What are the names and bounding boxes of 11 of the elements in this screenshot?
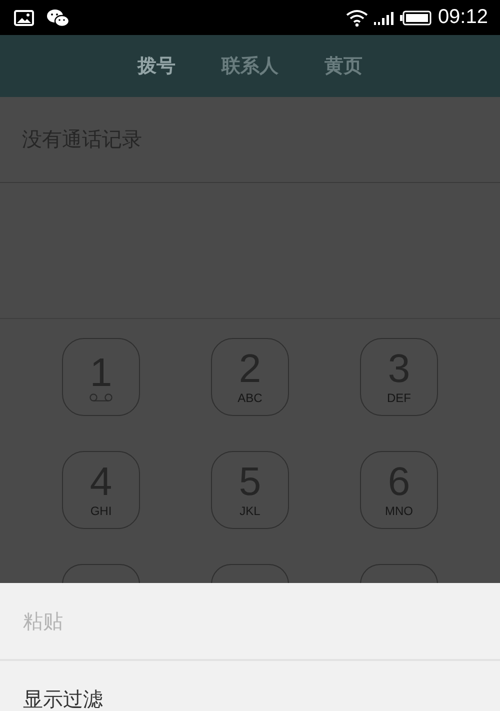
menu-item[interactable]: 显示过滤 <box>0 661 500 711</box>
voicemail-icon <box>89 392 113 402</box>
clock-time: 09:12 <box>438 6 488 29</box>
picture-icon <box>14 10 34 26</box>
battery-icon <box>400 10 432 26</box>
chat-bubbles-icon <box>46 8 70 28</box>
tab[interactable]: 拨号 <box>130 47 184 85</box>
wifi-icon <box>346 8 368 26</box>
tab[interactable]: 黄页 <box>316 47 370 85</box>
signal-icon <box>374 10 394 24</box>
tab[interactable]: 联系人 <box>214 47 286 85</box>
